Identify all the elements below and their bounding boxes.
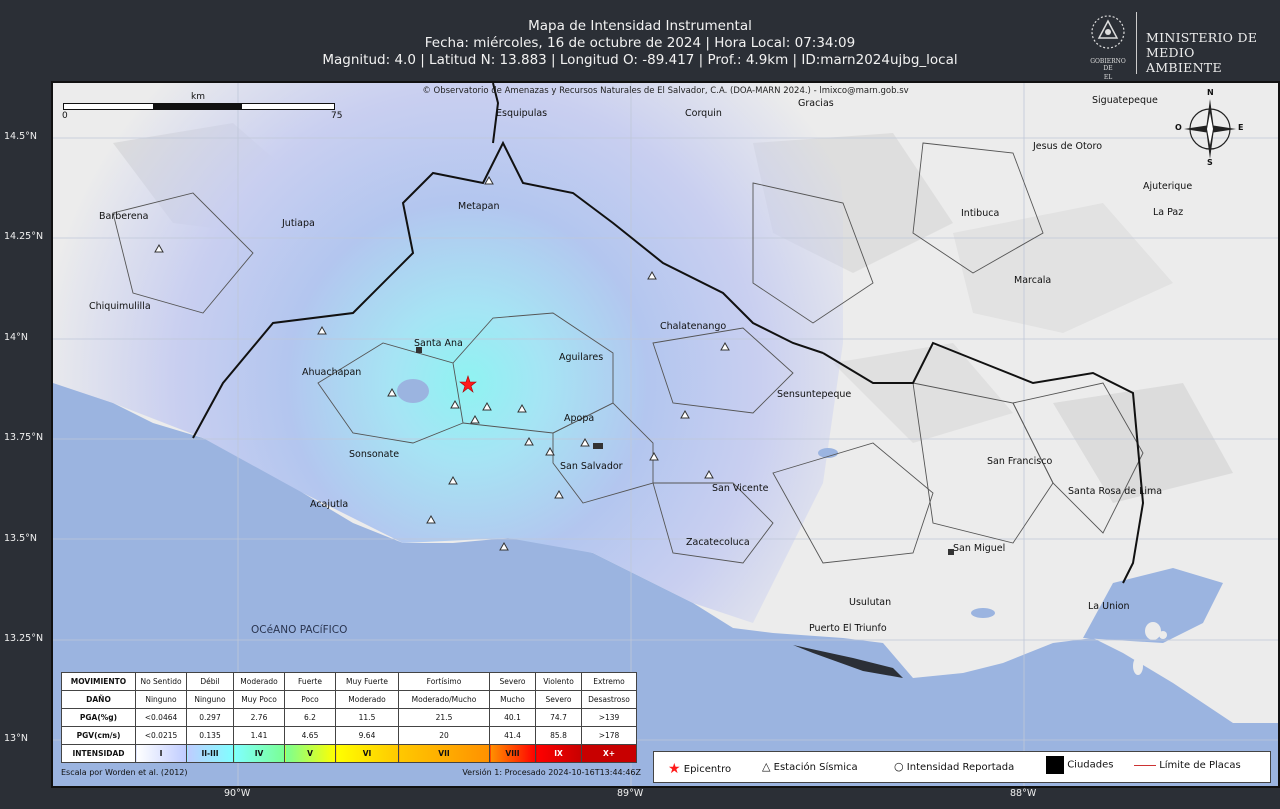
legend-row: PGA(%g) <0.0464 0.297 2.76 6.2 11.5 21.5 40.1 74… <box>61 708 637 727</box>
lon-label: 90°W <box>224 788 251 799</box>
lon-label: 89°W <box>617 788 644 799</box>
legend-cell: 41.4 <box>489 726 536 745</box>
legend-cell: Muy Fuerte <box>335 672 399 691</box>
square-icon <box>1046 756 1064 774</box>
line-icon <box>1134 764 1156 766</box>
legend-station: △ Estación Sísmica <box>762 760 858 773</box>
seal-icon: GOBIERNO DE EL SALVADOR <box>1088 12 1128 88</box>
lat-label: 13°N <box>4 733 28 744</box>
legend-reported-label: Intensidad Reportada <box>906 762 1015 773</box>
legend-cell: 40.1 <box>489 708 536 727</box>
lat-label: 14°N <box>4 332 28 343</box>
legend-cell: 21.5 <box>398 708 490 727</box>
triangle-icon: △ <box>762 760 771 773</box>
legend-row: DAÑO Ninguno Ninguno Muy Poco Poco Moderado Mo… <box>61 690 637 709</box>
legend-row-intensity: INTENSIDAD I II-III IV V VI VII VIII IX X+ <box>61 744 637 763</box>
legend-cell: 0.135 <box>186 726 234 745</box>
legend-cell: Severo <box>535 690 582 709</box>
legend-cell: Fortísimo <box>398 672 490 691</box>
legend-cell: Moderado/Mucho <box>398 690 490 709</box>
legend-station-label: Estación Sísmica <box>773 762 858 773</box>
ministry-name-line1: MINISTERIO DE <box>1146 30 1258 45</box>
intensity-swatch: IV <box>233 744 285 763</box>
legend-epicenter-label: Epicentro <box>683 764 732 775</box>
legend-cell: Moderado <box>335 690 399 709</box>
legend-cell: >139 <box>581 708 637 727</box>
lat-label: 14.5°N <box>4 131 38 142</box>
legend-cell: 20 <box>398 726 490 745</box>
legend-cell: Ninguno <box>186 690 234 709</box>
legend-plates-label: Límite de Placas <box>1159 760 1241 771</box>
legend-cell: 74.7 <box>535 708 582 727</box>
legend-cities: Ciudades <box>1046 756 1113 774</box>
legend-cell: 11.5 <box>335 708 399 727</box>
legend-cell: Fuerte <box>284 672 336 691</box>
legend-row-header: INTENSIDAD <box>61 744 136 763</box>
lat-label: 13.75°N <box>4 432 44 443</box>
legend-row-header: PGV(cm/s) <box>61 726 136 745</box>
gov-label-1: GOBIERNO DE <box>1090 58 1126 72</box>
intensity-swatch: VIII <box>489 744 536 763</box>
legend-cell: Mucho <box>489 690 536 709</box>
legend-epicenter: ★ Epicentro <box>668 760 732 777</box>
legend-cell: 9.64 <box>335 726 399 745</box>
legend-cell: Violento <box>535 672 582 691</box>
ministry-name-line2: MEDIO AMBIENTE <box>1146 45 1222 75</box>
legend-row: PGV(cm/s) <0.0215 0.135 1.41 4.65 9.64 20 41.4 8… <box>61 726 637 745</box>
legend-cell: Severo <box>489 672 536 691</box>
circle-icon: ○ <box>894 760 904 773</box>
intensity-swatch: II-III <box>186 744 234 763</box>
intensity-swatch: IX <box>535 744 582 763</box>
lat-label: 14.25°N <box>4 231 44 242</box>
legend-row-header: MOVIMIENTO <box>61 672 136 691</box>
legend-cell: <0.0215 <box>135 726 187 745</box>
epicenter-marker <box>459 375 477 393</box>
legend-cell: <0.0464 <box>135 708 187 727</box>
star-icon: ★ <box>668 761 681 777</box>
legend-cell: Ninguno <box>135 690 187 709</box>
lon-label: 88°W <box>1010 788 1037 799</box>
lat-label: 13.5°N <box>4 533 38 544</box>
intensity-swatch: VI <box>335 744 399 763</box>
legend-plates: Límite de Placas <box>1134 760 1241 771</box>
intensity-legend-footer: Escala por Worden et al. (2012) Versión … <box>61 766 641 780</box>
legend-row: MOVIMIENTO No Sentido Débil Moderado Fuerte M… <box>61 672 637 691</box>
intensity-map[interactable]: © Observatorio de Amenazas y Recursos Na… <box>51 81 1280 788</box>
processing-version: Versión 1: Procesado 2024-10-16T13:44:46… <box>462 768 641 777</box>
legend-row-header: DAÑO <box>61 690 136 709</box>
legend-cell: 4.65 <box>284 726 336 745</box>
legend-cell: Moderado <box>233 672 285 691</box>
symbol-legend: ★ Epicentro △ Estación Sísmica ○ Intensi… <box>653 751 1271 783</box>
legend-reported: ○ Intensidad Reportada <box>894 760 1014 773</box>
ministry-name: MINISTERIO DE MEDIO AMBIENTE <box>1146 30 1272 75</box>
legend-cell: 2.76 <box>233 708 285 727</box>
intensity-swatch: X+ <box>581 744 637 763</box>
legend-cell: Débil <box>186 672 234 691</box>
legend-cell: 6.2 <box>284 708 336 727</box>
legend-cell: >178 <box>581 726 637 745</box>
intensity-legend-table: MOVIMIENTO No Sentido Débil Moderado Fuerte M… <box>61 672 637 763</box>
intensity-swatch: V <box>284 744 336 763</box>
legend-cell: 1.41 <box>233 726 285 745</box>
legend-cell: Extremo <box>581 672 637 691</box>
legend-cell: Muy Poco <box>233 690 285 709</box>
lat-label: 13.25°N <box>4 633 44 644</box>
legend-row-header: PGA(%g) <box>61 708 136 727</box>
scale-reference: Escala por Worden et al. (2012) <box>61 768 188 777</box>
logo-divider <box>1136 12 1137 74</box>
legend-cell: Poco <box>284 690 336 709</box>
intensity-swatch: VII <box>398 744 490 763</box>
legend-cities-label: Ciudades <box>1067 759 1114 771</box>
intensity-swatch: I <box>135 744 187 763</box>
ministry-logo: GOBIERNO DE EL SALVADOR MINISTERIO DE ME… <box>1082 12 1272 88</box>
legend-cell: No Sentido <box>135 672 187 691</box>
legend-cell: 85.8 <box>535 726 582 745</box>
legend-cell: Desastroso <box>581 690 637 709</box>
legend-cell: 0.297 <box>186 708 234 727</box>
